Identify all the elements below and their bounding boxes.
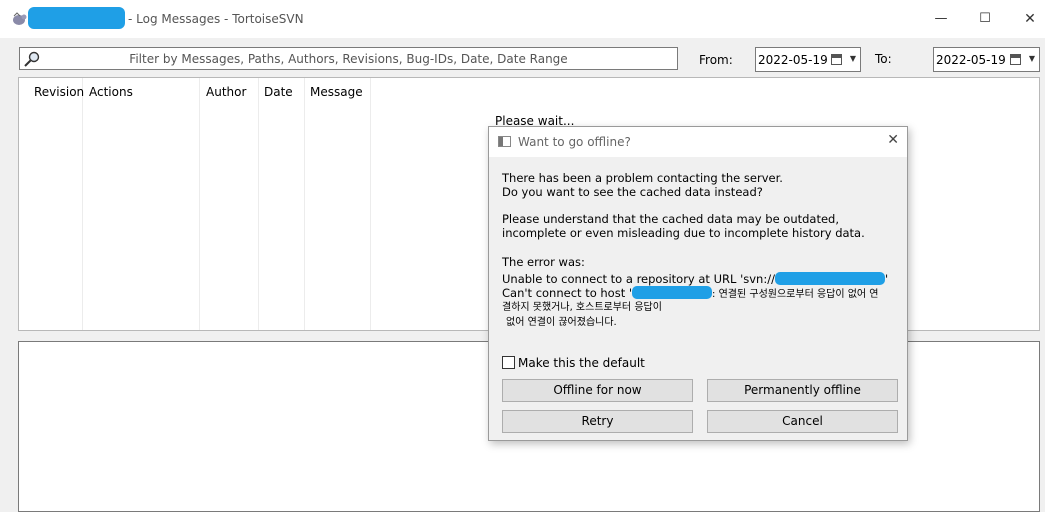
error-host-line: Can't connect to host ' : 연결된 구성원으로부터 응답이… bbox=[502, 286, 879, 302]
error-host-suffix: : 연결된 구성원으로부터 응답이 없어 연 bbox=[712, 289, 879, 300]
close-button[interactable]: ✕ bbox=[1007, 0, 1045, 38]
default-checkbox-label[interactable]: Make this the default bbox=[518, 356, 645, 370]
column-date[interactable]: Date bbox=[259, 78, 305, 330]
calendar-icon bbox=[1010, 54, 1021, 65]
from-date-picker[interactable]: 2022-05-19 ▼ bbox=[755, 47, 861, 72]
error-url-line: Unable to connect to a repository at URL… bbox=[502, 272, 888, 286]
column-author[interactable]: Author bbox=[200, 78, 259, 330]
error-host-prefix: Can't connect to host ' bbox=[502, 286, 633, 300]
minimize-button[interactable]: — bbox=[918, 0, 964, 38]
default-checkbox[interactable] bbox=[502, 356, 515, 369]
to-date-value: 2022-05-19 bbox=[936, 53, 1006, 67]
cancel-button[interactable]: Cancel bbox=[707, 410, 898, 433]
error-url-prefix: Unable to connect to a repository at URL… bbox=[502, 272, 775, 286]
error-line-3: 없어 연결이 끊어졌습니다. bbox=[506, 317, 617, 328]
redacted-title-prefix bbox=[28, 7, 125, 29]
filter-input[interactable]: Filter by Messages, Paths, Authors, Revi… bbox=[19, 47, 678, 70]
permanently-offline-button[interactable]: Permanently offline bbox=[707, 379, 898, 402]
message-line: Do you want to see the cached data inste… bbox=[502, 185, 763, 199]
offline-dialog: Want to go offline? ✕ There has been a p… bbox=[488, 126, 908, 441]
chevron-down-icon: ▼ bbox=[849, 54, 856, 63]
window-icon bbox=[498, 136, 511, 147]
title-bar: - Log Messages - TortoiseSVN — ☐ ✕ bbox=[0, 0, 1045, 38]
chevron-down-icon: ▼ bbox=[1028, 54, 1035, 63]
column-header-revision[interactable]: Revision bbox=[34, 85, 84, 99]
retry-button[interactable]: Retry bbox=[502, 410, 693, 433]
column-revision[interactable]: Revision bbox=[19, 78, 84, 330]
from-date-value: 2022-05-19 bbox=[758, 53, 828, 67]
column-message[interactable]: Message bbox=[305, 78, 371, 330]
column-header-author[interactable]: Author bbox=[206, 85, 246, 99]
redacted-host bbox=[632, 286, 713, 299]
dialog-close-icon[interactable]: ✕ bbox=[887, 132, 899, 148]
redacted-url bbox=[774, 272, 885, 285]
error-url-suffix: ' bbox=[884, 272, 889, 286]
error-heading: The error was: bbox=[502, 255, 585, 269]
column-header-message[interactable]: Message bbox=[310, 85, 363, 99]
message-line: incomplete or even misleading due to inc… bbox=[502, 226, 865, 240]
column-header-actions[interactable]: Actions bbox=[89, 85, 133, 99]
maximize-button[interactable]: ☐ bbox=[962, 0, 1008, 38]
to-label: To: bbox=[875, 52, 892, 66]
offline-for-now-button[interactable]: Offline for now bbox=[502, 379, 693, 402]
calendar-icon bbox=[831, 54, 842, 65]
tortoisesvn-icon bbox=[13, 12, 27, 25]
message-line: There has been a problem contacting the … bbox=[502, 171, 783, 185]
message-line: Please understand that the cached data m… bbox=[502, 212, 840, 226]
from-label: From: bbox=[699, 53, 733, 67]
to-date-picker[interactable]: 2022-05-19 ▼ bbox=[933, 47, 1040, 72]
column-actions[interactable]: Actions bbox=[83, 78, 200, 330]
dialog-title: Want to go offline? bbox=[518, 135, 631, 149]
error-line-2: 결하지 못했거나, 호스트로부터 응답이 bbox=[502, 302, 662, 313]
dialog-title-bar: Want to go offline? ✕ bbox=[489, 127, 907, 157]
window-title: - Log Messages - TortoiseSVN bbox=[128, 12, 304, 26]
column-header-date[interactable]: Date bbox=[264, 85, 293, 99]
filter-placeholder: Filter by Messages, Paths, Authors, Revi… bbox=[129, 52, 568, 66]
